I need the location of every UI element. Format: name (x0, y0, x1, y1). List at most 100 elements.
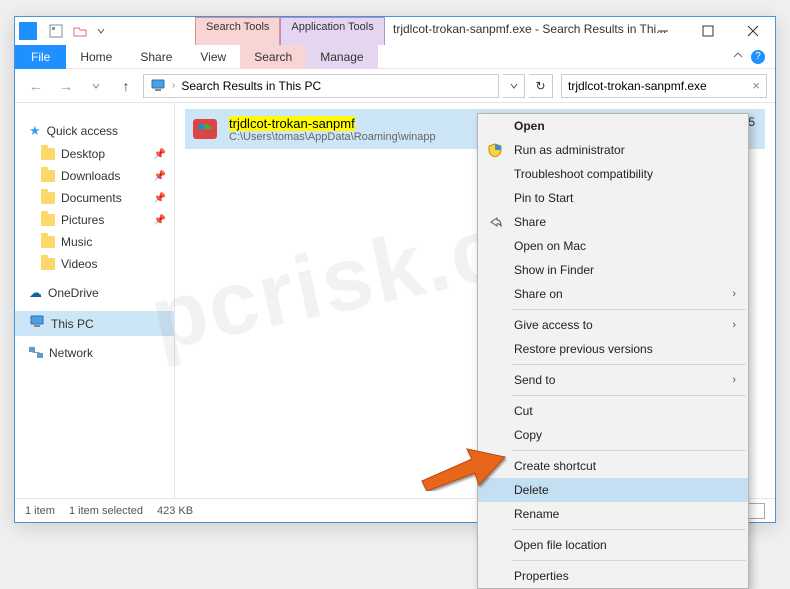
recent-dropdown-icon[interactable] (83, 73, 109, 99)
context-menu: Open Run as administrator Troubleshoot c… (477, 113, 749, 589)
title-bar: Search Tools Application Tools trjdlcot-… (15, 17, 775, 45)
sidebar-item-pictures[interactable]: Pictures📌 (15, 209, 174, 231)
ribbon-expand-icon[interactable] (733, 50, 743, 63)
ctx-share[interactable]: Share (478, 210, 748, 234)
ctx-copy[interactable]: Copy (478, 423, 748, 447)
ctx-open-file-location[interactable]: Open file location (478, 533, 748, 557)
folder-icon (41, 258, 55, 270)
folder-icon (41, 192, 55, 204)
pin-icon: 📌 (154, 193, 166, 204)
ctx-separator (512, 309, 746, 310)
search-input[interactable] (568, 79, 748, 93)
pin-icon: 📌 (154, 149, 166, 160)
forward-button[interactable]: → (53, 73, 79, 99)
address-bar[interactable]: › Search Results in This PC (143, 74, 499, 98)
sidebar-label: Network (49, 346, 93, 360)
context-tab-application-tools[interactable]: Application Tools (280, 17, 384, 45)
chevron-right-icon: › (732, 319, 736, 331)
maximize-button[interactable] (685, 17, 730, 45)
ctx-separator (512, 395, 746, 396)
sidebar-label: Documents (61, 191, 122, 205)
navigation-tree: ★ Quick access Desktop 📌 Downloads📌 Docume… (15, 103, 175, 498)
sidebar-label: OneDrive (48, 286, 99, 300)
clear-search-icon[interactable]: × (752, 78, 760, 93)
search-tab[interactable]: Search (240, 45, 306, 69)
ctx-cut[interactable]: Cut (478, 399, 748, 423)
status-size: 423 KB (157, 505, 193, 517)
sidebar-item-onedrive[interactable]: ☁OneDrive (15, 281, 174, 305)
search-box[interactable]: × (561, 74, 767, 98)
folder-icon (41, 214, 55, 226)
properties-qat-icon[interactable] (49, 24, 63, 38)
file-tab[interactable]: File (15, 45, 66, 69)
ctx-separator (512, 560, 746, 561)
ctx-troubleshoot[interactable]: Troubleshoot compatibility (478, 162, 748, 186)
help-icon[interactable]: ? (751, 50, 765, 64)
sidebar-item-downloads[interactable]: Downloads📌 (15, 165, 174, 187)
ctx-rename[interactable]: Rename (478, 502, 748, 526)
quick-access-toolbar (43, 24, 105, 38)
sidebar-item-music[interactable]: Music (15, 231, 174, 253)
home-tab[interactable]: Home (66, 45, 126, 69)
app-icon (19, 22, 37, 40)
manage-tab[interactable]: Manage (306, 45, 377, 69)
ctx-pin-to-start[interactable]: Pin to Start (478, 186, 748, 210)
ctx-open-on-mac[interactable]: Open on Mac (478, 234, 748, 258)
new-folder-qat-icon[interactable] (73, 24, 87, 38)
up-button[interactable]: ↑ (113, 73, 139, 99)
pin-icon: 📌 (154, 215, 166, 226)
sidebar-item-documents[interactable]: Documents 📌 (15, 187, 174, 209)
context-tab-search-tools[interactable]: Search Tools (195, 17, 280, 45)
sidebar-item-videos[interactable]: Videos (15, 253, 174, 275)
status-item-count: 1 item (25, 505, 55, 517)
address-dropdown-icon[interactable] (503, 74, 525, 98)
ctx-separator (512, 450, 746, 451)
annotation-arrow-icon (417, 441, 507, 496)
result-path: C:\Users\tomas\AppData\Roaming\winapp (229, 131, 436, 143)
sidebar-label: Desktop (61, 147, 105, 161)
sidebar-label: This PC (51, 317, 94, 331)
address-bar-row: ← → ↑ › Search Results in This PC ↻ × (15, 69, 775, 103)
window-title: trjdlcot-trokan-sanpmf.exe - Search Resu… (393, 22, 666, 36)
status-selected-count: 1 item selected (69, 505, 143, 517)
folder-icon (41, 170, 55, 182)
ctx-share-on[interactable]: Share on› (478, 282, 748, 306)
sidebar-item-desktop[interactable]: Desktop 📌 (15, 143, 174, 165)
share-icon (486, 213, 504, 231)
close-button[interactable] (730, 17, 775, 45)
ctx-properties[interactable]: Properties (478, 564, 748, 588)
pin-icon: 📌 (154, 171, 166, 182)
ctx-open[interactable]: Open (478, 114, 748, 138)
qat-dropdown-icon[interactable] (97, 27, 105, 35)
sidebar-label: Music (61, 235, 92, 249)
chevron-right-icon: › (732, 374, 736, 386)
this-pc-icon (29, 315, 45, 332)
ctx-send-to[interactable]: Send to› (478, 368, 748, 392)
sidebar-item-quick-access[interactable]: ★ Quick access (15, 119, 174, 143)
ribbon-tabs: File Home Share View Search Manage ? (15, 45, 775, 69)
ctx-create-shortcut[interactable]: Create shortcut (478, 454, 748, 478)
sidebar-label: Videos (61, 257, 97, 271)
ctx-separator (512, 364, 746, 365)
ctx-separator (512, 529, 746, 530)
ctx-delete[interactable]: Delete (478, 478, 748, 502)
network-icon (29, 347, 43, 359)
back-button[interactable]: ← (23, 73, 49, 99)
ctx-show-in-finder[interactable]: Show in Finder (478, 258, 748, 282)
refresh-button[interactable]: ↻ (529, 74, 553, 98)
shield-icon (486, 141, 504, 159)
folder-icon (41, 236, 55, 248)
ctx-run-as-admin[interactable]: Run as administrator (478, 138, 748, 162)
ctx-give-access[interactable]: Give access to› (478, 313, 748, 337)
view-tab[interactable]: View (186, 45, 240, 69)
star-icon: ★ (29, 123, 41, 139)
share-tab[interactable]: Share (126, 45, 186, 69)
sidebar-item-network[interactable]: Network (15, 342, 174, 364)
chevron-right-icon: › (732, 288, 736, 300)
large-icons-view-button[interactable] (747, 503, 765, 519)
sidebar-label: Quick access (47, 124, 118, 138)
minimize-button[interactable] (640, 17, 685, 45)
sidebar-item-this-pc[interactable]: This PC (15, 311, 174, 336)
ctx-restore-versions[interactable]: Restore previous versions (478, 337, 748, 361)
address-location: Search Results in This PC (181, 79, 321, 93)
